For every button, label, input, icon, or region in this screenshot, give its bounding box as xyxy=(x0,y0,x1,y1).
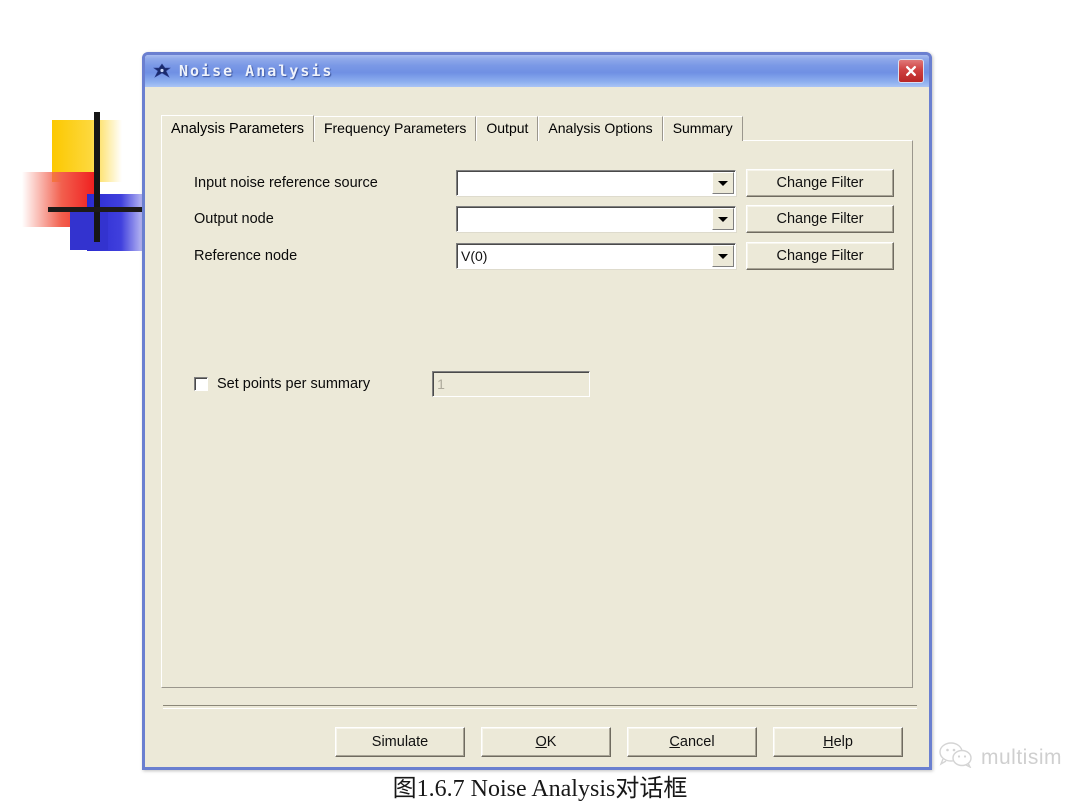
tab-summary[interactable]: Summary xyxy=(662,116,743,141)
button-label: Change Filter xyxy=(776,175,864,191)
tab-analysis-options[interactable]: Analysis Options xyxy=(538,116,663,141)
row-input-noise-reference-source: Input noise reference source Change Filt… xyxy=(194,169,894,197)
change-filter-button-1[interactable]: Change Filter xyxy=(746,169,894,197)
cancel-button[interactable]: Cancel xyxy=(627,727,757,757)
chevron-down-icon[interactable] xyxy=(712,208,734,230)
tab-output[interactable]: Output xyxy=(476,116,539,141)
button-label: Change Filter xyxy=(776,248,864,264)
title-bar[interactable]: Noise Analysis xyxy=(145,55,929,87)
points-per-summary-value: 1 xyxy=(437,376,445,392)
row-reference-node: Reference node V(0) Change Filter xyxy=(194,242,894,270)
dialog-button-bar: Simulate OK Cancel Help xyxy=(335,727,903,757)
tab-label: Frequency Parameters xyxy=(323,120,467,136)
blue-square-small xyxy=(70,212,108,250)
points-per-summary-input[interactable]: 1 xyxy=(432,371,591,397)
mondrian-decoration-graphic xyxy=(22,112,156,251)
figure-caption: 图1.6.7 Noise Analysis对话框 xyxy=(392,776,688,802)
watermark-text: multisim xyxy=(981,745,1062,769)
window-title: Noise Analysis xyxy=(179,62,334,80)
help-button[interactable]: Help xyxy=(773,727,903,757)
chevron-down-icon[interactable] xyxy=(712,245,734,267)
button-label: Simulate xyxy=(371,734,429,750)
button-label: Change Filter xyxy=(776,211,864,227)
change-filter-button-3[interactable]: Change Filter xyxy=(746,242,894,270)
label-output-node: Output node xyxy=(194,211,274,227)
tab-analysis-parameters[interactable]: Analysis Parameters xyxy=(161,115,314,142)
row-output-node: Output node Change Filter xyxy=(194,205,894,233)
tab-bar: Analysis Parameters Frequency Parameters… xyxy=(161,115,743,142)
reference-node-combo[interactable]: V(0) xyxy=(456,243,736,269)
tab-frequency-parameters[interactable]: Frequency Parameters xyxy=(313,116,477,141)
tab-label: Output xyxy=(486,120,529,136)
combo-value: V(0) xyxy=(461,248,488,264)
label-reference-node: Reference node xyxy=(194,248,298,264)
set-points-per-summary-label: Set points per summary xyxy=(217,376,371,392)
analysis-parameters-panel: Input noise reference source Change Filt… xyxy=(161,140,913,688)
button-label: Cancel xyxy=(669,734,715,750)
vertical-bar xyxy=(94,112,100,242)
change-filter-button-2[interactable]: Change Filter xyxy=(746,205,894,233)
button-label: Help xyxy=(823,734,853,750)
chevron-down-icon[interactable] xyxy=(712,172,734,194)
row-set-points-per-summary: Set points per summary 1 xyxy=(194,371,794,397)
tab-label: Analysis Parameters xyxy=(171,121,304,137)
output-node-combo[interactable] xyxy=(456,206,736,232)
input-noise-reference-source-combo[interactable] xyxy=(456,170,736,196)
simulate-button[interactable]: Simulate xyxy=(335,727,465,757)
tab-label: Summary xyxy=(672,120,733,136)
button-label: OK xyxy=(535,734,557,750)
set-points-per-summary-checkbox[interactable] xyxy=(194,377,208,391)
ok-button[interactable]: OK xyxy=(481,727,611,757)
close-icon[interactable] xyxy=(898,59,924,83)
footer-divider xyxy=(163,705,917,709)
horizontal-bar xyxy=(48,207,156,212)
tab-label: Analysis Options xyxy=(548,120,653,136)
label-input-noise-reference-source: Input noise reference source xyxy=(194,175,378,191)
noise-analysis-dialog: Noise Analysis Analysis Parameters Frequ… xyxy=(142,52,932,770)
analysis-diamond-icon xyxy=(153,63,171,79)
